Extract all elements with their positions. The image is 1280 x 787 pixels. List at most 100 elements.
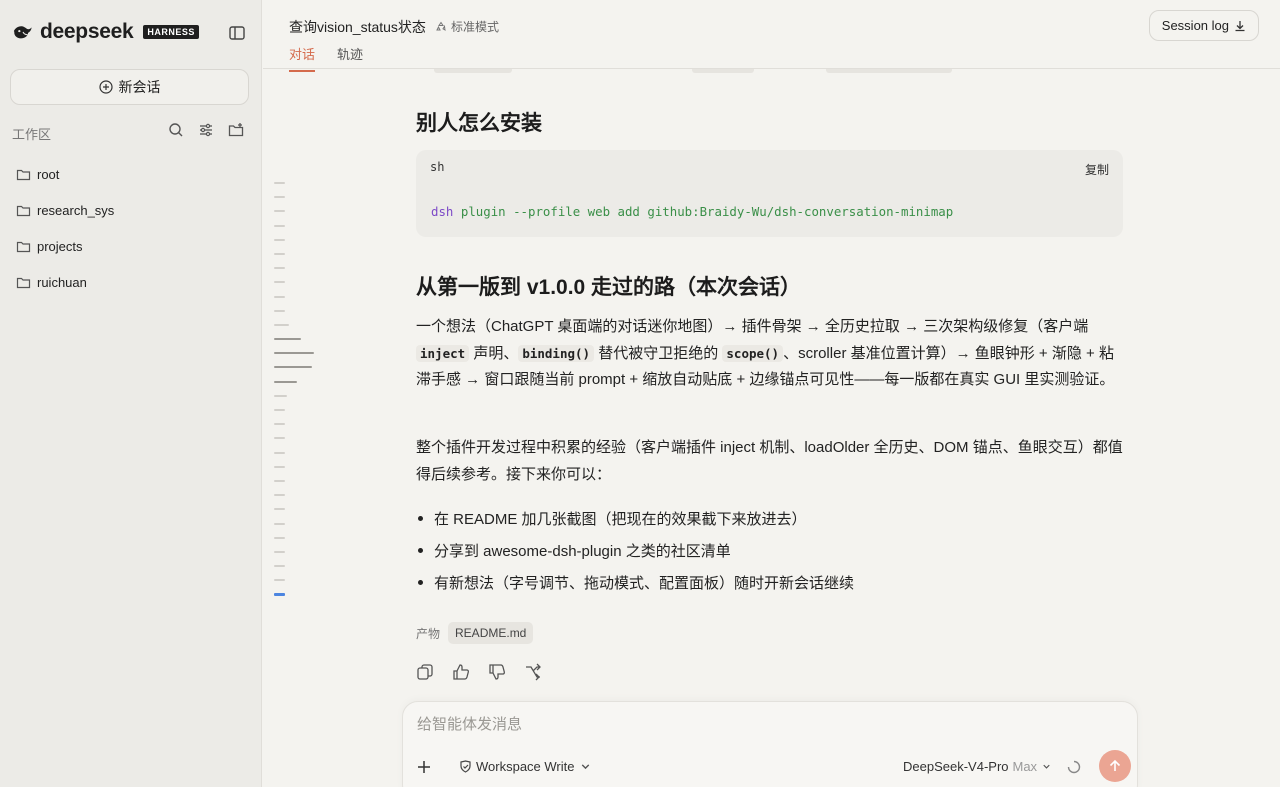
plus-circle-icon (98, 80, 113, 94)
folder-item-ruichuan[interactable]: ruichuan (16, 264, 114, 300)
chevron-down-icon (581, 764, 589, 770)
minimap-marker[interactable] (274, 224, 285, 227)
scrolled-content-edge (434, 69, 994, 74)
heading-install: 别人怎么安装 (416, 112, 542, 135)
branch-icon[interactable] (524, 663, 542, 681)
add-attachment-button[interactable] (415, 758, 433, 776)
minimap-marker[interactable] (274, 451, 285, 454)
folder-item-projects[interactable]: projects (16, 228, 114, 264)
folder-item-root[interactable]: root (16, 156, 114, 192)
minimap-marker[interactable] (274, 267, 285, 270)
mode-label: 标准模式 (451, 20, 500, 34)
model-name: DeepSeek-V4-Pro (903, 759, 1009, 774)
minimap-marker[interactable] (274, 465, 285, 468)
loading-spinner-icon (1067, 760, 1081, 774)
message-composer: Workspace Write DeepSeek-V4-Pro Max (402, 701, 1138, 787)
thumbs-down-icon[interactable] (488, 663, 506, 681)
tab-bar: 对话 轨迹 (289, 44, 363, 72)
minimap-marker[interactable] (274, 565, 285, 568)
text-span: 替代被守卫拒绝的 (594, 344, 723, 362)
list-item: 有新想法（字号调节、拖动模式、配置面板）随时开新会话继续 (416, 566, 854, 598)
tab-trajectory[interactable]: 轨迹 (337, 44, 363, 72)
minimap-marker[interactable] (274, 522, 285, 525)
code-arguments: plugin --profile web add github:Braidy-W… (460, 204, 954, 219)
shield-edit-icon (460, 760, 471, 773)
minimap-marker[interactable] (274, 238, 285, 241)
search-icon[interactable] (168, 122, 184, 138)
code-block: sh 复制 dsh plugin --profile web add githu… (416, 150, 1123, 237)
minimap-marker[interactable] (274, 309, 285, 312)
minimap-marker[interactable] (274, 295, 285, 298)
folder-label: research_sys (37, 202, 115, 218)
folder-list: root research_sys projects ruichuan (16, 156, 114, 300)
workspace-mode-select[interactable]: Workspace Write (459, 759, 592, 774)
list-item: 分享到 awesome-dsh-plugin 之类的社区清单 (416, 534, 854, 566)
minimap-marker[interactable] (274, 536, 285, 539)
brand-name: deepseek (40, 20, 134, 43)
chat-title: 查询vision_status状态 (289, 19, 426, 35)
new-chat-button[interactable]: 新会话 (10, 69, 249, 105)
session-log-button[interactable]: Session log (1148, 10, 1259, 41)
plus-icon (418, 761, 430, 773)
brand[interactable]: deepseek HARNESS (12, 20, 199, 44)
sidebar-toggle-icon[interactable] (228, 24, 246, 42)
list-item: 在 README 加几张截图（把现在的效果截下来放进去） (416, 502, 854, 534)
mode-badge[interactable]: 标准模式 (435, 18, 499, 35)
minimap-marker[interactable] (274, 593, 285, 597)
artifact-file-chip[interactable]: README.md (448, 622, 534, 644)
minimap-marker[interactable] (274, 508, 285, 511)
minimap-marker[interactable] (274, 182, 285, 184)
minimap-marker[interactable] (274, 550, 285, 553)
folder-icon (16, 241, 31, 252)
recycle-icon (436, 21, 446, 31)
paragraph-next-steps: 整个插件开发过程中积累的经验（客户端插件 inject 机制、loadOlder… (416, 439, 1123, 483)
inline-code: inject (416, 344, 470, 362)
minimap-marker[interactable] (274, 252, 285, 255)
session-log-label: Session log (1161, 18, 1229, 33)
text-span: 声明、 (469, 344, 519, 362)
code-language: sh (430, 160, 445, 174)
minimap-marker[interactable] (274, 366, 312, 369)
model-select[interactable]: DeepSeek-V4-Pro Max (903, 759, 1052, 774)
filter-sliders-icon[interactable] (198, 122, 214, 138)
folder-icon (16, 205, 31, 216)
folder-item-research-sys[interactable]: research_sys (16, 192, 114, 228)
message-input[interactable] (417, 716, 1117, 733)
tab-conversation[interactable]: 对话 (289, 44, 316, 72)
message-actions (416, 663, 542, 681)
new-folder-icon[interactable] (228, 122, 244, 138)
deepseek-whale-logo-icon (13, 26, 32, 39)
code-line: dsh plugin --profile web add github:Brai… (431, 204, 953, 219)
copy-code-button[interactable]: 复制 (1085, 161, 1109, 178)
minimap-marker[interactable] (274, 210, 285, 213)
inline-code: scope() (722, 344, 784, 362)
minimap-marker[interactable] (274, 380, 297, 383)
folder-label: root (37, 166, 60, 182)
text-span: 一个想法（ChatGPT 桌面端的对话迷你地图）→ 插件骨架 → 全历史拉取 →… (416, 318, 1089, 335)
folder-icon (16, 277, 31, 288)
minimap-marker[interactable] (274, 494, 285, 497)
minimap-marker[interactable] (274, 323, 289, 326)
minimap-marker[interactable] (274, 423, 285, 426)
chevron-down-icon (1043, 764, 1050, 769)
folder-icon (16, 169, 31, 180)
minimap-marker[interactable] (274, 479, 285, 482)
folder-label: ruichuan (37, 274, 87, 290)
minimap-marker[interactable] (274, 196, 285, 199)
minimap-marker[interactable] (274, 437, 285, 440)
code-command: dsh (431, 204, 454, 219)
minimap-marker[interactable] (274, 394, 287, 397)
model-tier: Max (1012, 759, 1038, 774)
heading-journey: 从第一版到 v1.0.0 走过的路（本次会话） (416, 276, 802, 299)
thumbs-up-icon[interactable] (452, 663, 470, 681)
minimap-marker[interactable] (274, 352, 314, 355)
copy-icon[interactable] (416, 663, 434, 681)
minimap-marker[interactable] (274, 409, 285, 411)
workspace-label: 工作区 (12, 127, 52, 142)
harness-badge: HARNESS (143, 25, 199, 39)
minimap-marker[interactable] (274, 281, 285, 284)
minimap-marker[interactable] (274, 338, 301, 341)
send-button[interactable] (1099, 750, 1131, 782)
minimap-marker[interactable] (274, 579, 285, 582)
conversation-minimap[interactable] (274, 182, 324, 609)
